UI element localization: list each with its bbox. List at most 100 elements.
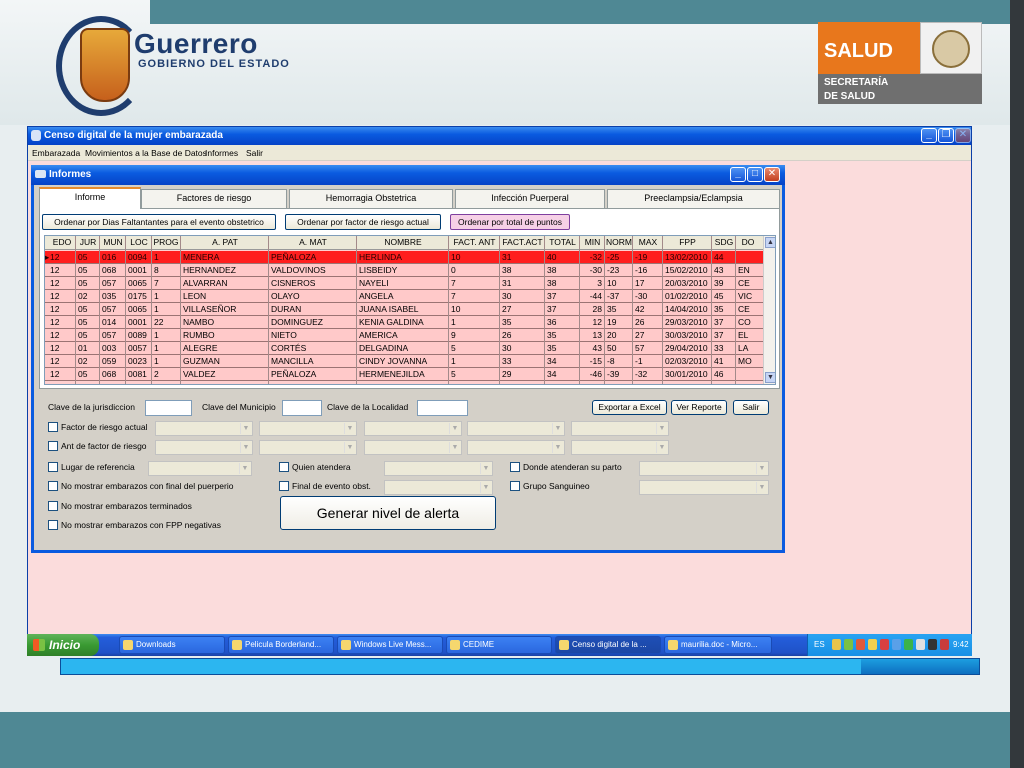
factor-ant-select-2[interactable]: ▼ (259, 440, 357, 455)
municipio-input[interactable] (282, 400, 322, 416)
donde-atenderan-select[interactable]: ▼ (639, 461, 769, 476)
menu-movimientos[interactable]: Movimientos a la Base de Datos (85, 148, 207, 158)
task-word[interactable]: maurilia.doc - Micro... (664, 636, 772, 654)
grid-column-header[interactable]: DO (737, 237, 759, 247)
scroll-down-icon[interactable]: ▼ (765, 372, 775, 383)
grid-column-header[interactable]: LOC (127, 237, 151, 247)
task-messenger[interactable]: Windows Live Mess... (337, 636, 443, 654)
export-excel-button[interactable]: Exportar a Excel (592, 400, 667, 415)
grid-column-header[interactable]: SDG (713, 237, 735, 247)
dialog-minimize-icon[interactable]: _ (730, 167, 746, 182)
tray-icon[interactable] (940, 639, 949, 650)
ver-reporte-button[interactable]: Ver Reporte (671, 400, 727, 415)
salir-button[interactable]: Salir (733, 400, 769, 415)
tray-icon[interactable] (904, 639, 913, 650)
grid-column-header[interactable]: FACT.ACT (501, 237, 544, 247)
grid-column-header[interactable]: A. MAT (270, 237, 356, 247)
task-censo[interactable]: Censo digital de la ... (555, 636, 661, 654)
donde-atenderan-checkbox[interactable] (510, 462, 520, 472)
table-row[interactable]: ▸ 12 05 016 0094 1 MENERA PEÑALOZA HERLINDA 10 31 4… (45, 251, 767, 264)
lugar-referencia-checkbox[interactable] (48, 462, 58, 472)
quien-atendera-checkbox[interactable] (279, 462, 289, 472)
tab-factores-riesgo[interactable]: Factores de riesgo (141, 189, 287, 208)
final-evento-checkbox[interactable] (279, 481, 289, 491)
table-row[interactable]: 12 02 059 0023 1 GUZMAN MANCILLA CINDY JOVANNA 1… (45, 355, 767, 368)
table-row[interactable]: 12 05 057 0089 1 RUMBO NIETO AMERICA 9 26 35 13 20 27… (45, 329, 767, 342)
factor-actual-select-3[interactable]: ▼ (364, 421, 462, 436)
grid-column-header[interactable]: TOTAL (546, 237, 579, 247)
task-pelicula[interactable]: Pelicula Borderland... (228, 636, 334, 654)
order-days-button[interactable]: Ordenar por Dias Faltantantes para el ev… (42, 214, 276, 230)
menu-informes[interactable]: Informes (205, 148, 238, 158)
terminados-checkbox[interactable] (48, 501, 58, 511)
dialog-titlebar[interactable]: Informes _ □ ✕ (31, 165, 785, 185)
factor-actual-select-1[interactable]: ▼ (155, 421, 253, 436)
grupo-sanguineo-select[interactable]: ▼ (639, 480, 769, 495)
grid-column-header[interactable]: NORM (606, 237, 632, 247)
factor-ant-select-3[interactable]: ▼ (364, 440, 462, 455)
localidad-input[interactable] (417, 400, 468, 416)
table-row[interactable]: 12 05 057 0065 1 VILLASEÑOR DURAN JUANA ISABEL 1… (45, 303, 767, 316)
grid-column-header[interactable]: MAX (634, 237, 662, 247)
jurisdiccion-input[interactable] (145, 400, 192, 416)
dialog-close-icon[interactable]: ✕ (764, 167, 780, 182)
quien-atendera-select[interactable]: ▼ (384, 461, 493, 476)
factor-ant-checkbox[interactable] (48, 441, 58, 451)
clock[interactable]: 9:42 (953, 640, 969, 649)
factor-actual-select-2[interactable]: ▼ (259, 421, 357, 436)
close-icon[interactable]: ✕ (955, 128, 971, 143)
scroll-up-icon[interactable]: ▲ (765, 237, 775, 248)
start-button[interactable]: Inicio (27, 634, 99, 656)
tab-preeclampsia[interactable]: Preeclampsia/Eclampsia (607, 189, 780, 208)
tab-hemorragia[interactable]: Hemorragia Obstetrica (289, 189, 453, 208)
grid-column-header[interactable]: FPP (664, 237, 711, 247)
tray-icon[interactable] (928, 639, 937, 650)
tab-informe[interactable]: Informe (39, 187, 141, 209)
factor-ant-select-5[interactable]: ▼ (571, 440, 669, 455)
results-grid[interactable]: EDO JUR MUN LOC PROG A. PAT A. MAT NOMBRE FACT. … (44, 235, 776, 385)
grid-column-header[interactable]: PROG (153, 237, 179, 247)
grid-column-header[interactable]: MIN (581, 237, 604, 247)
tab-infeccion[interactable]: Infección Puerperal (455, 189, 605, 208)
factor-actual-select-4[interactable]: ▼ (467, 421, 565, 436)
tray-icon[interactable] (856, 639, 865, 650)
factor-ant-select-4[interactable]: ▼ (467, 440, 565, 455)
final-puerperio-checkbox[interactable] (48, 481, 58, 491)
order-points-button[interactable]: Ordenar por total de puntos (450, 214, 570, 230)
factor-ant-select-1[interactable]: ▼ (155, 440, 253, 455)
grid-column-header[interactable]: A. PAT (182, 237, 268, 247)
tray-icon[interactable] (868, 639, 877, 650)
lugar-referencia-select[interactable]: ▼ (148, 461, 252, 476)
generar-alerta-button[interactable]: Generar nivel de alerta (280, 496, 496, 530)
tray-icon[interactable] (892, 639, 901, 650)
factor-actual-select-5[interactable]: ▼ (571, 421, 669, 436)
table-row[interactable]: 12 02 035 0175 1 LEON OLAYO ANGELA 7 30 37 -44 -37 -3… (45, 290, 767, 303)
grid-column-header[interactable]: FACT. ANT (450, 237, 499, 247)
table-row[interactable]: 12 05 057 0065 7 ALVARRAN CISNEROS NAYELI 7 31 38 3… (45, 277, 767, 290)
grid-column-header[interactable]: MUN (101, 237, 125, 247)
table-row[interactable]: 12 01 003 0057 1 ALEGRE CORTÉS DELGADINA 5 30 35 43… (45, 342, 767, 355)
task-downloads[interactable]: Downloads (119, 636, 225, 654)
menu-salir[interactable]: Salir (246, 148, 263, 158)
grupo-sanguineo-checkbox[interactable] (510, 481, 520, 491)
dialog-maximize-icon[interactable]: □ (747, 167, 763, 182)
grid-scrollbar[interactable]: ▲ ▼ (763, 236, 775, 384)
grid-column-header[interactable]: NOMBRE (358, 237, 448, 247)
menu-embarazada[interactable]: Embarazada (32, 148, 80, 158)
minimize-icon[interactable]: _ (921, 128, 937, 143)
table-row[interactable]: 12 05 068 0081 2 VALDEZ PEÑALOZA HERMENEJILDA 5 2… (45, 368, 767, 381)
table-row[interactable]: 12 05 014 0001 22 NAMBO DOMINGUEZ KENIA GALDINA… (45, 316, 767, 329)
task-cedime[interactable]: CEDIME (446, 636, 552, 654)
tray-icon[interactable] (832, 639, 841, 650)
tray-icon[interactable] (880, 639, 889, 650)
language-indicator[interactable]: ES (814, 640, 825, 649)
restore-icon[interactable]: ❐ (938, 128, 954, 143)
table-row[interactable]: 12 05 068 0001 8 HERNANDEZ VALDOVINOS LISBEIDY 0… (45, 264, 767, 277)
fpp-negativas-checkbox[interactable] (48, 520, 58, 530)
factor-actual-checkbox[interactable] (48, 422, 58, 432)
grid-column-header[interactable]: JUR (77, 237, 99, 247)
tray-icon[interactable] (844, 639, 853, 650)
app-titlebar[interactable]: Censo digital de la mujer embarazada _ ❐… (28, 127, 971, 145)
order-risk-button[interactable]: Ordenar por factor de riesgo actual (285, 214, 441, 230)
tray-icon[interactable] (916, 639, 925, 650)
